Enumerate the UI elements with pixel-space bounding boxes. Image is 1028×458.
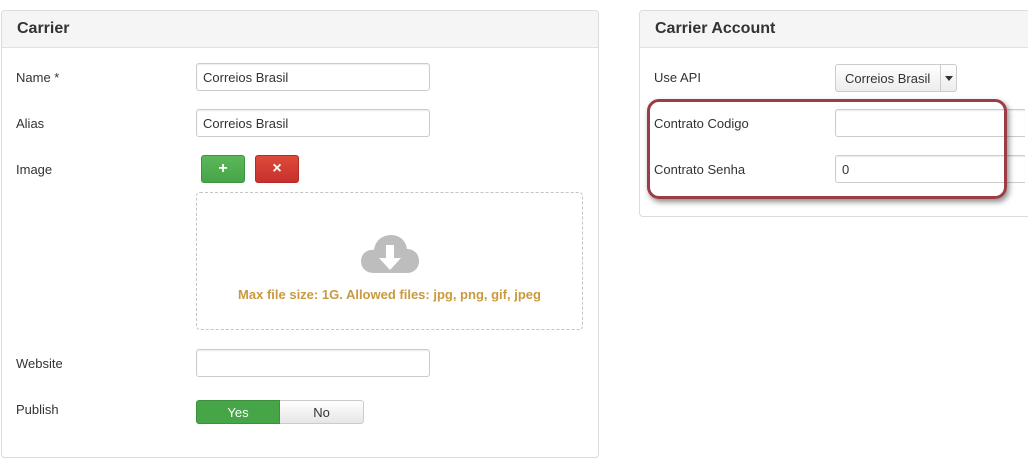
contrato-senha-label: Contrato Senha bbox=[654, 162, 746, 177]
image-dropzone[interactable]: Max file size: 1G. Allowed files: jpg, p… bbox=[196, 192, 583, 330]
add-image-button[interactable]: + bbox=[201, 155, 245, 183]
publish-label: Publish bbox=[16, 402, 59, 417]
dropzone-hint: Max file size: 1G. Allowed files: jpg, p… bbox=[238, 287, 541, 302]
remove-image-button[interactable]: × bbox=[255, 155, 299, 183]
name-label: Name * bbox=[16, 70, 60, 85]
use-api-label: Use API bbox=[654, 70, 701, 85]
use-api-select[interactable]: Correios Brasil bbox=[835, 64, 957, 92]
chevron-down-icon bbox=[940, 65, 956, 91]
website-field[interactable] bbox=[196, 349, 430, 377]
website-label: Website bbox=[16, 356, 63, 371]
carrier-panel-title: Carrier bbox=[2, 11, 598, 48]
contrato-senha-field[interactable] bbox=[835, 155, 1025, 183]
carrier-account-panel-title: Carrier Account bbox=[640, 11, 1028, 48]
cloud-download-icon bbox=[361, 235, 419, 273]
contrato-codigo-label: Contrato Codigo bbox=[654, 116, 749, 131]
contrato-codigo-field[interactable] bbox=[835, 109, 1025, 137]
alias-field[interactable] bbox=[196, 109, 430, 137]
publish-yes-button[interactable]: Yes bbox=[196, 400, 280, 424]
close-icon: × bbox=[272, 160, 282, 177]
publish-toggle: Yes No bbox=[196, 400, 364, 424]
image-label: Image bbox=[16, 162, 53, 177]
name-field[interactable] bbox=[196, 63, 430, 91]
plus-icon: + bbox=[218, 160, 228, 177]
publish-no-button[interactable]: No bbox=[280, 400, 364, 424]
alias-label: Alias bbox=[16, 116, 45, 131]
use-api-selected-value: Correios Brasil bbox=[845, 70, 931, 86]
